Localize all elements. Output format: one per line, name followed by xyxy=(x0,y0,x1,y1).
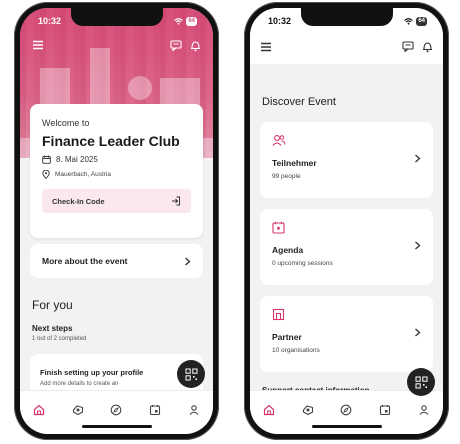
partner-card[interactable]: Partner 10 organisations xyxy=(260,296,433,372)
more-about-event-label: More about the event xyxy=(42,256,128,266)
people-icon xyxy=(272,135,286,146)
profile-icon xyxy=(419,405,429,415)
menu-icon[interactable] xyxy=(260,42,272,52)
status-icons: 64 xyxy=(174,16,197,26)
top-action-bar xyxy=(32,40,201,52)
nav-badges[interactable] xyxy=(69,401,87,419)
location-pin-icon xyxy=(42,170,50,179)
next-steps-title: Next steps xyxy=(32,324,73,333)
partner-count: 10 organisations xyxy=(272,347,320,354)
calendar-icon xyxy=(42,155,51,164)
event-location-row: Mauerbach, Austria xyxy=(42,170,191,179)
qr-scan-button[interactable] xyxy=(407,368,435,396)
partner-title: Partner xyxy=(272,332,302,342)
chat-icon[interactable] xyxy=(402,41,414,52)
for-you-heading: For you xyxy=(32,298,73,312)
home-indicator xyxy=(81,425,152,428)
agenda-sessions: 0 upcoming sessions xyxy=(272,260,333,267)
home-screen: 10:32 64 Welcome to Finance Leader Club … xyxy=(20,8,213,434)
wifi-icon xyxy=(404,17,414,25)
agenda-title: Agenda xyxy=(272,245,304,255)
agenda-card[interactable]: Agenda 0 upcoming sessions xyxy=(260,209,433,285)
nav-profile[interactable] xyxy=(185,401,203,419)
phone-home-screen: 10:32 64 Welcome to Finance Leader Club … xyxy=(14,2,219,440)
building-icon xyxy=(272,308,285,321)
bell-icon[interactable] xyxy=(190,40,201,52)
bell-icon[interactable] xyxy=(422,41,433,53)
next-steps-progress: 1 out of 2 completed xyxy=(32,336,87,342)
agenda-icon xyxy=(150,405,161,416)
battery-level: 64 xyxy=(416,16,427,26)
discover-screen: 10:32 64 Discover Event Teilnehmer 99 pe… xyxy=(250,8,443,434)
check-in-code-label: Check-In Code xyxy=(52,196,105,206)
battery-level: 64 xyxy=(186,16,197,26)
compass-icon xyxy=(111,404,122,416)
home-icon xyxy=(34,404,45,416)
nav-home[interactable] xyxy=(260,401,278,419)
qr-code-icon xyxy=(415,376,427,388)
nav-badges[interactable] xyxy=(299,401,317,419)
welcome-card: Welcome to Finance Leader Club 8. Mai 20… xyxy=(30,104,203,238)
nav-home[interactable] xyxy=(30,401,48,419)
event-location: Mauerbach, Austria xyxy=(55,171,112,178)
nav-discover[interactable] xyxy=(337,401,355,419)
chevron-right-icon xyxy=(415,154,421,163)
login-arrow-icon xyxy=(172,196,180,206)
status-icons: 64 xyxy=(404,16,427,26)
status-time: 10:32 xyxy=(38,16,62,26)
chevron-right-icon xyxy=(185,257,191,265)
nav-profile[interactable] xyxy=(415,401,433,419)
discover-event-heading: Discover Event xyxy=(262,96,336,108)
calendar-icon xyxy=(272,221,285,234)
nav-discover[interactable] xyxy=(107,401,125,419)
agenda-icon xyxy=(380,405,391,416)
home-icon xyxy=(264,404,275,416)
profile-setup-subtitle: Add more details to create an xyxy=(40,381,119,387)
menu-icon[interactable] xyxy=(32,40,44,50)
profile-setup-title: Finish setting up your profile xyxy=(40,368,144,377)
chevron-right-icon xyxy=(415,241,421,250)
home-indicator xyxy=(311,425,382,428)
check-in-code-button[interactable]: Check-In Code xyxy=(42,189,191,213)
notch xyxy=(70,8,163,26)
wifi-icon xyxy=(174,17,184,25)
chat-icon[interactable] xyxy=(170,40,182,51)
chevron-right-icon xyxy=(415,328,421,337)
event-date-row: 8. Mai 2025 xyxy=(42,155,191,164)
nav-agenda[interactable] xyxy=(376,401,394,419)
welcome-label: Welcome to xyxy=(42,118,90,128)
event-title: Finance Leader Club xyxy=(42,133,180,149)
nav-agenda[interactable] xyxy=(146,401,164,419)
badge-icon xyxy=(72,405,83,416)
attendees-count: 99 people xyxy=(272,173,301,180)
notch xyxy=(300,8,393,26)
badge-icon xyxy=(302,405,313,416)
attendees-card[interactable]: Teilnehmer 99 people xyxy=(260,122,433,198)
qr-code-icon xyxy=(185,368,197,380)
more-about-event-link[interactable]: More about the event xyxy=(30,244,203,278)
status-time: 10:32 xyxy=(268,16,292,26)
event-date: 8. Mai 2025 xyxy=(56,155,98,164)
top-action-bar xyxy=(250,30,443,64)
profile-icon xyxy=(189,405,199,415)
attendees-title: Teilnehmer xyxy=(272,158,317,168)
phone-discover-screen: 10:32 64 Discover Event Teilnehmer 99 pe… xyxy=(244,2,449,440)
compass-icon xyxy=(341,404,352,416)
qr-scan-button[interactable] xyxy=(177,360,205,388)
